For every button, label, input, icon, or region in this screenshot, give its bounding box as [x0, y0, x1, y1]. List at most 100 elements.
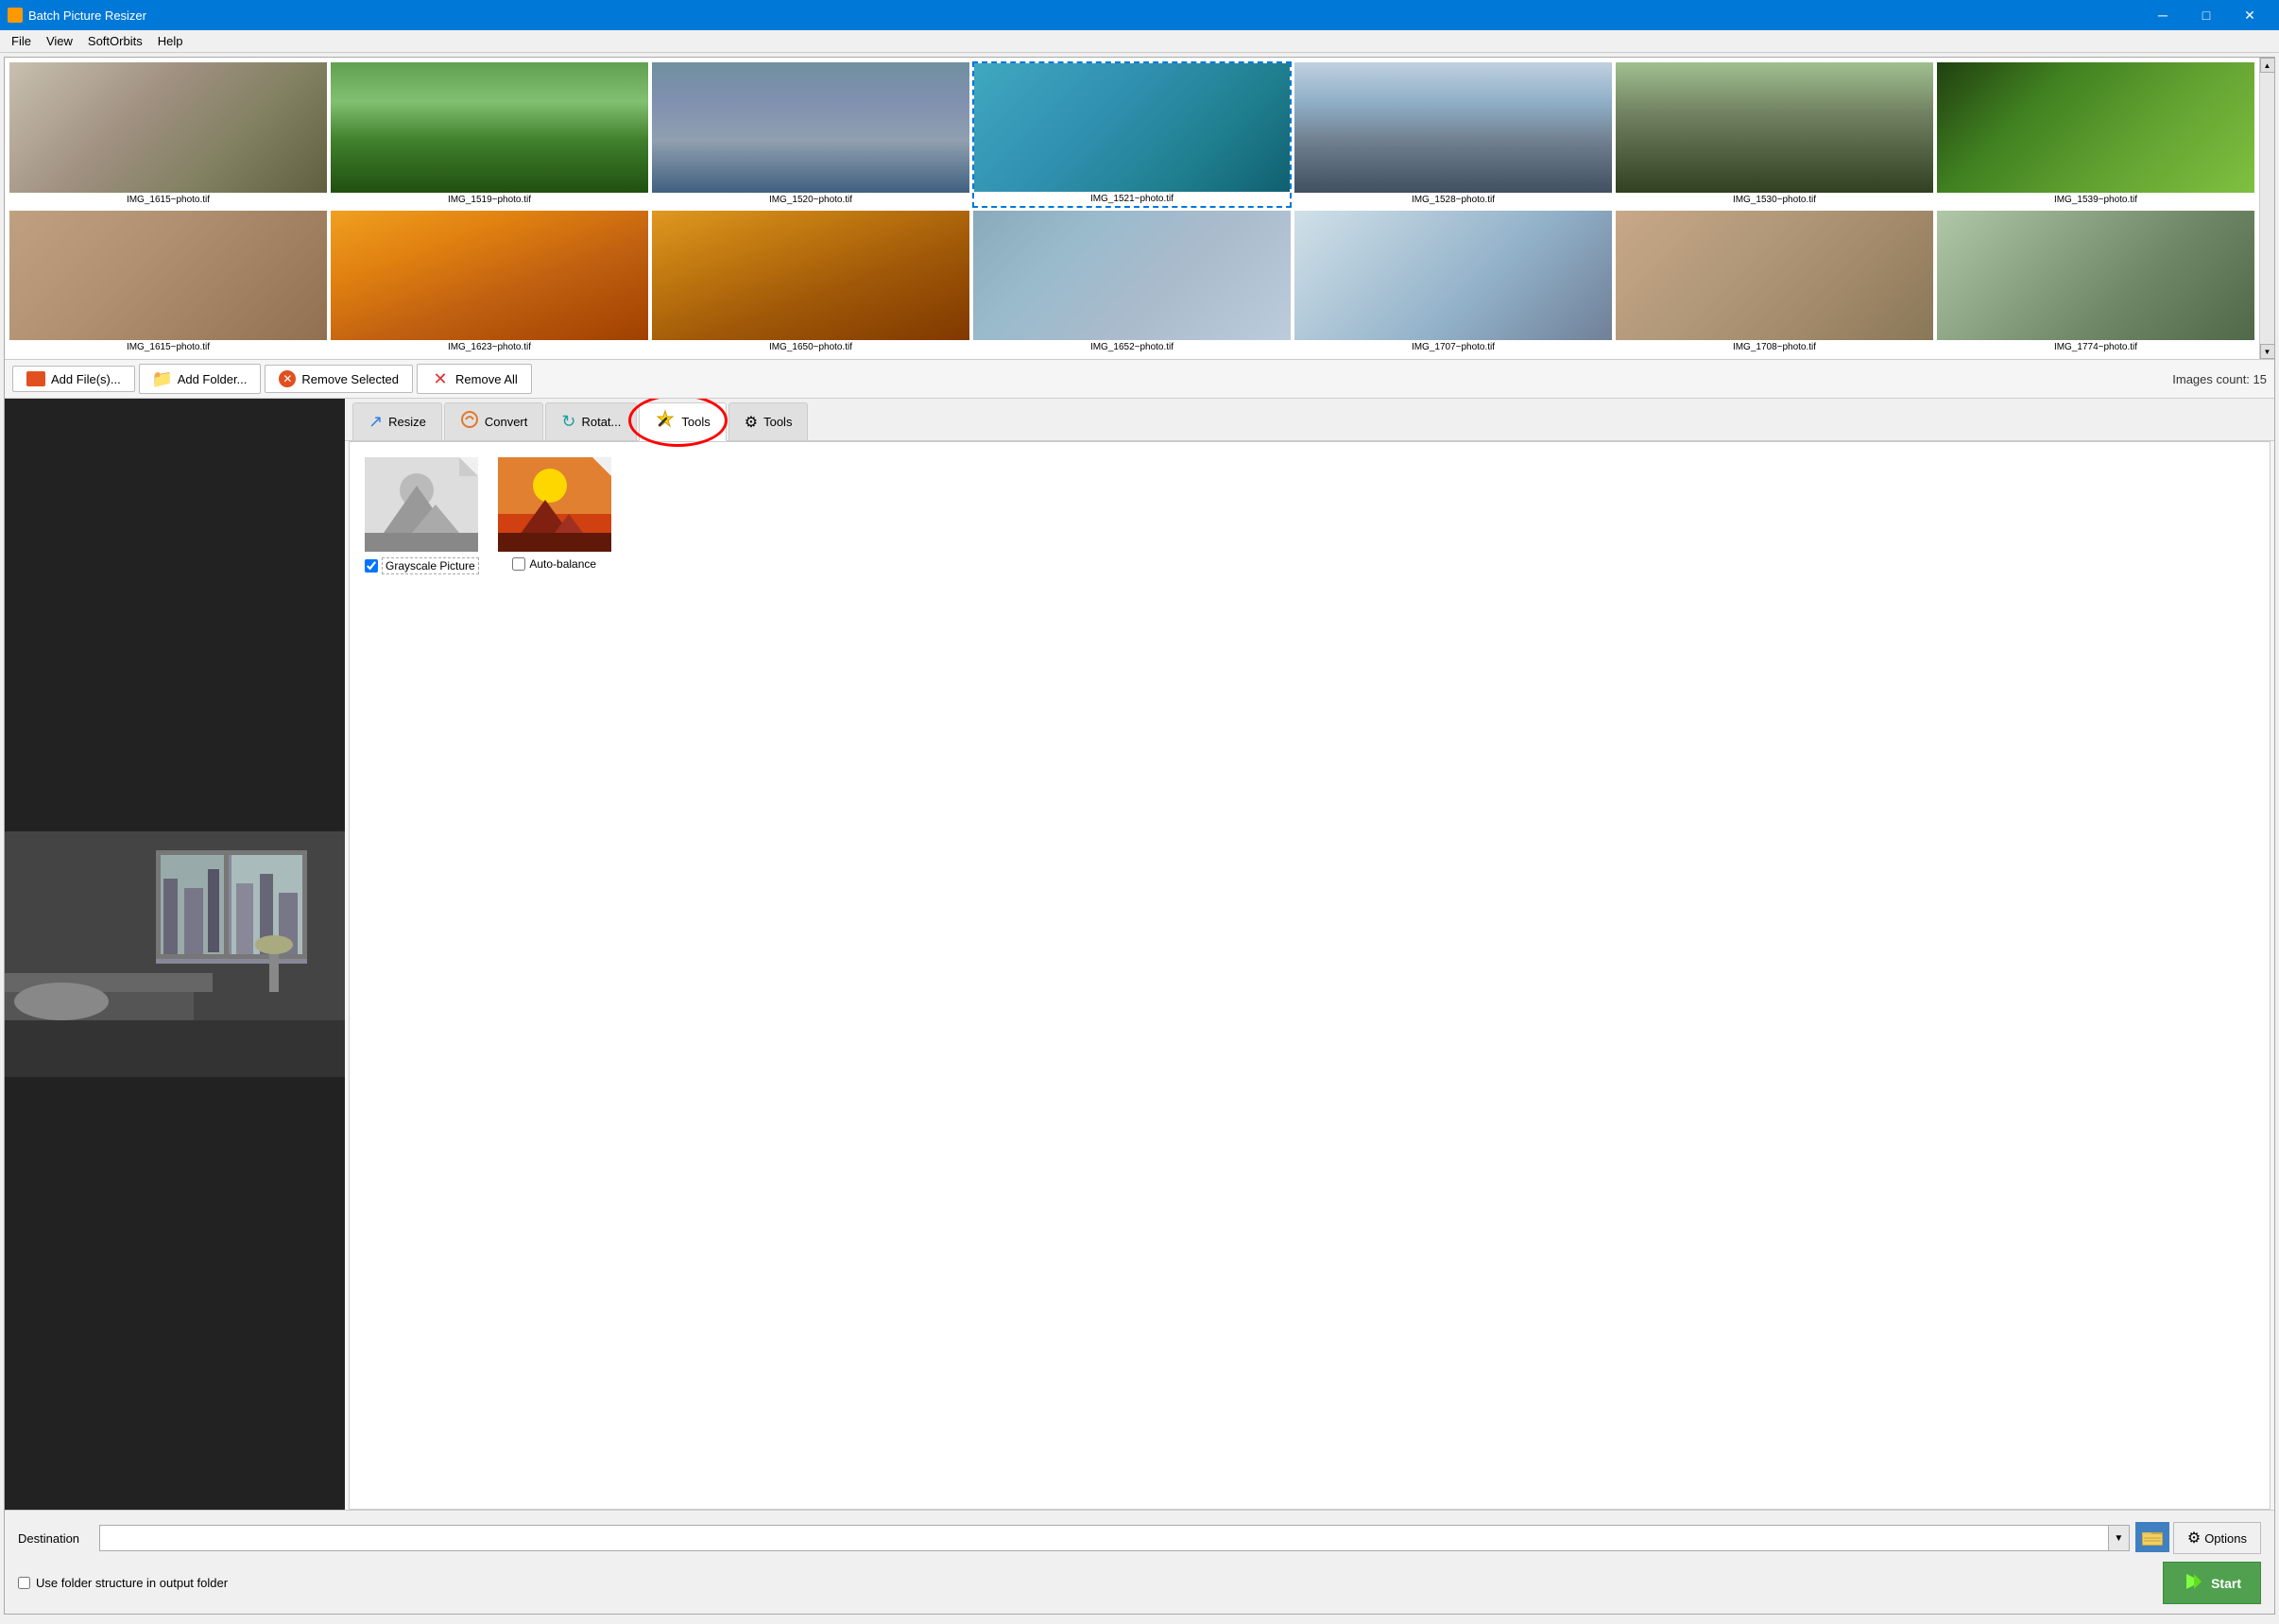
gallery-item-img3[interactable]: IMG_1520~photo.tif	[651, 61, 970, 208]
effect-item-autobalance[interactable]: Auto-balance	[498, 457, 611, 571]
gallery-label-img10: IMG_1650~photo.tif	[652, 340, 969, 354]
images-count: Images count: 15	[2172, 372, 2267, 386]
lower-section: ↗ Resize Convert ↻ Rotat...	[5, 399, 2274, 1510]
rotate-tab-icon: ↻	[561, 412, 575, 432]
gallery-item-img7[interactable]: IMG_1539~photo.tif	[1936, 61, 2255, 208]
destination-input[interactable]	[99, 1525, 2109, 1551]
autobalance-checkbox[interactable]	[512, 557, 525, 571]
gallery-thumb-img7	[1937, 62, 2254, 193]
gallery-item-img13[interactable]: IMG_1708~photo.tif	[1615, 210, 1934, 356]
gallery-item-img4[interactable]: IMG_1521~photo.tif	[972, 61, 1292, 208]
add-files-label: Add File(s)...	[51, 372, 121, 386]
gallery-thumb-img4	[974, 63, 1290, 192]
gallery-label-img11: IMG_1652~photo.tif	[973, 340, 1291, 354]
title-bar: Batch Picture Resizer ─ □ ✕	[0, 0, 2279, 30]
gallery-item-img8[interactable]: IMG_1615~photo.tif	[9, 210, 328, 356]
gallery-thumb-img6	[1616, 62, 1933, 193]
gallery-item-img10[interactable]: IMG_1650~photo.tif	[651, 210, 970, 356]
remove-all-button[interactable]: ✕ Remove All	[417, 364, 532, 394]
gallery-item-img5[interactable]: IMG_1528~photo.tif	[1294, 61, 1613, 208]
gallery-item-img6[interactable]: IMG_1530~photo.tif	[1615, 61, 1934, 208]
tab-effects-content: Grayscale Picture	[349, 441, 2270, 1510]
menu-help[interactable]: Help	[150, 32, 191, 50]
gallery-item-img1[interactable]: IMG_1615~photo.tif	[9, 61, 328, 208]
effect-item-grayscale[interactable]: Grayscale Picture	[365, 457, 479, 574]
gallery-item-img14[interactable]: IMG_1774~photo.tif	[1936, 210, 2255, 356]
gallery-label-img3: IMG_1520~photo.tif	[652, 193, 969, 207]
scroll-track	[2260, 73, 2274, 344]
start-arrow-icon	[2183, 1570, 2205, 1596]
tab-tools[interactable]: ⚙ Tools	[728, 402, 809, 440]
start-button[interactable]: Start	[2163, 1562, 2261, 1604]
remove-selected-icon: ✕	[279, 370, 296, 387]
grayscale-text: Grayscale Picture	[382, 557, 479, 574]
minimize-button[interactable]: ─	[2141, 0, 2185, 30]
use-folder-label: Use folder structure in output folder	[36, 1576, 228, 1590]
gallery-label-img8: IMG_1615~photo.tif	[9, 340, 327, 354]
gallery-thumb-img10	[652, 211, 969, 341]
destination-browse-button[interactable]	[2135, 1522, 2169, 1552]
gallery-thumb-img11	[973, 211, 1291, 341]
gallery-item-img2[interactable]: IMG_1519~photo.tif	[330, 61, 649, 208]
gallery-label-img14: IMG_1774~photo.tif	[1937, 340, 2254, 354]
add-files-icon	[26, 371, 45, 386]
gallery-label-img2: IMG_1519~photo.tif	[331, 193, 648, 207]
gallery-area: IMG_1615~photo.tif IMG_1519~photo.tif IM…	[5, 58, 2274, 360]
gallery-item-img12[interactable]: IMG_1707~photo.tif	[1294, 210, 1613, 356]
options-gear-icon: ⚙	[2187, 1529, 2201, 1547]
add-folder-icon: 📁	[153, 369, 172, 388]
tab-resize[interactable]: ↗ Resize	[352, 402, 442, 440]
menu-softorbits[interactable]: SoftOrbits	[80, 32, 150, 50]
add-files-button[interactable]: Add File(s)...	[12, 366, 135, 392]
remove-all-label: Remove All	[455, 372, 518, 386]
gallery-grid: IMG_1615~photo.tif IMG_1519~photo.tif IM…	[5, 58, 2259, 359]
scroll-up-button[interactable]: ▲	[2260, 58, 2275, 73]
add-folder-label: Add Folder...	[178, 372, 248, 386]
title-bar-controls: ─ □ ✕	[2141, 0, 2271, 30]
close-button[interactable]: ✕	[2228, 0, 2271, 30]
tab-convert[interactable]: Convert	[444, 402, 544, 440]
grayscale-checkbox[interactable]	[365, 559, 378, 573]
folder-icon	[2142, 1529, 2163, 1546]
gallery-label-img6: IMG_1530~photo.tif	[1616, 193, 1933, 207]
use-folder-checkbox[interactable]	[18, 1577, 30, 1589]
remove-selected-button[interactable]: ✕ Remove Selected	[265, 365, 413, 393]
options-button[interactable]: ⚙ Options	[2173, 1522, 2261, 1554]
preview-panel	[5, 399, 345, 1510]
destination-dropdown-arrow[interactable]: ▼	[2109, 1525, 2130, 1551]
gallery-label-img1: IMG_1615~photo.tif	[9, 193, 327, 207]
options-label: Options	[2204, 1531, 2247, 1546]
tab-effects[interactable]: Tools	[639, 402, 726, 441]
effects-grid: Grayscale Picture	[365, 457, 2254, 574]
preview-svg	[5, 831, 345, 1077]
tab-rotate[interactable]: ↻ Rotat...	[545, 402, 637, 440]
gallery-item-img11[interactable]: IMG_1652~photo.tif	[972, 210, 1292, 356]
app-title: Batch Picture Resizer	[28, 9, 146, 23]
scroll-down-button[interactable]: ▼	[2260, 344, 2275, 359]
tab-rotate-label: Rotat...	[581, 415, 621, 429]
destination-combo-wrapper: ▼	[99, 1525, 2130, 1551]
preview-image	[5, 831, 345, 1077]
maximize-button[interactable]: □	[2185, 0, 2228, 30]
menu-file[interactable]: File	[4, 32, 39, 50]
tab-resize-label: Resize	[388, 415, 426, 429]
gallery-thumb-img9	[331, 211, 648, 341]
grayscale-label: Grayscale Picture	[365, 557, 479, 574]
add-folder-button[interactable]: 📁 Add Folder...	[139, 364, 262, 394]
menu-view[interactable]: View	[39, 32, 80, 50]
dest-buttons: ⚙ Options	[2135, 1522, 2261, 1554]
gallery-label-img5: IMG_1528~photo.tif	[1294, 193, 1612, 207]
tools-tab-icon: ⚙	[745, 413, 758, 432]
gallery-thumb-img8	[9, 211, 327, 341]
gallery-label-img9: IMG_1623~photo.tif	[331, 340, 648, 354]
tab-effects-label: Tools	[681, 415, 710, 429]
destination-row: Destination ▼ ⚙	[14, 1516, 2265, 1560]
gallery-label-img12: IMG_1707~photo.tif	[1294, 340, 1612, 354]
remove-selected-label: Remove Selected	[301, 372, 399, 386]
tab-convert-label: Convert	[485, 415, 528, 429]
autobalance-text: Auto-balance	[529, 557, 596, 571]
gallery-thumb-img3	[652, 62, 969, 193]
action-toolbar: Add File(s)... 📁 Add Folder... ✕ Remove …	[5, 360, 2274, 399]
gallery-item-img9[interactable]: IMG_1623~photo.tif	[330, 210, 649, 356]
title-bar-left: Batch Picture Resizer	[8, 8, 146, 23]
